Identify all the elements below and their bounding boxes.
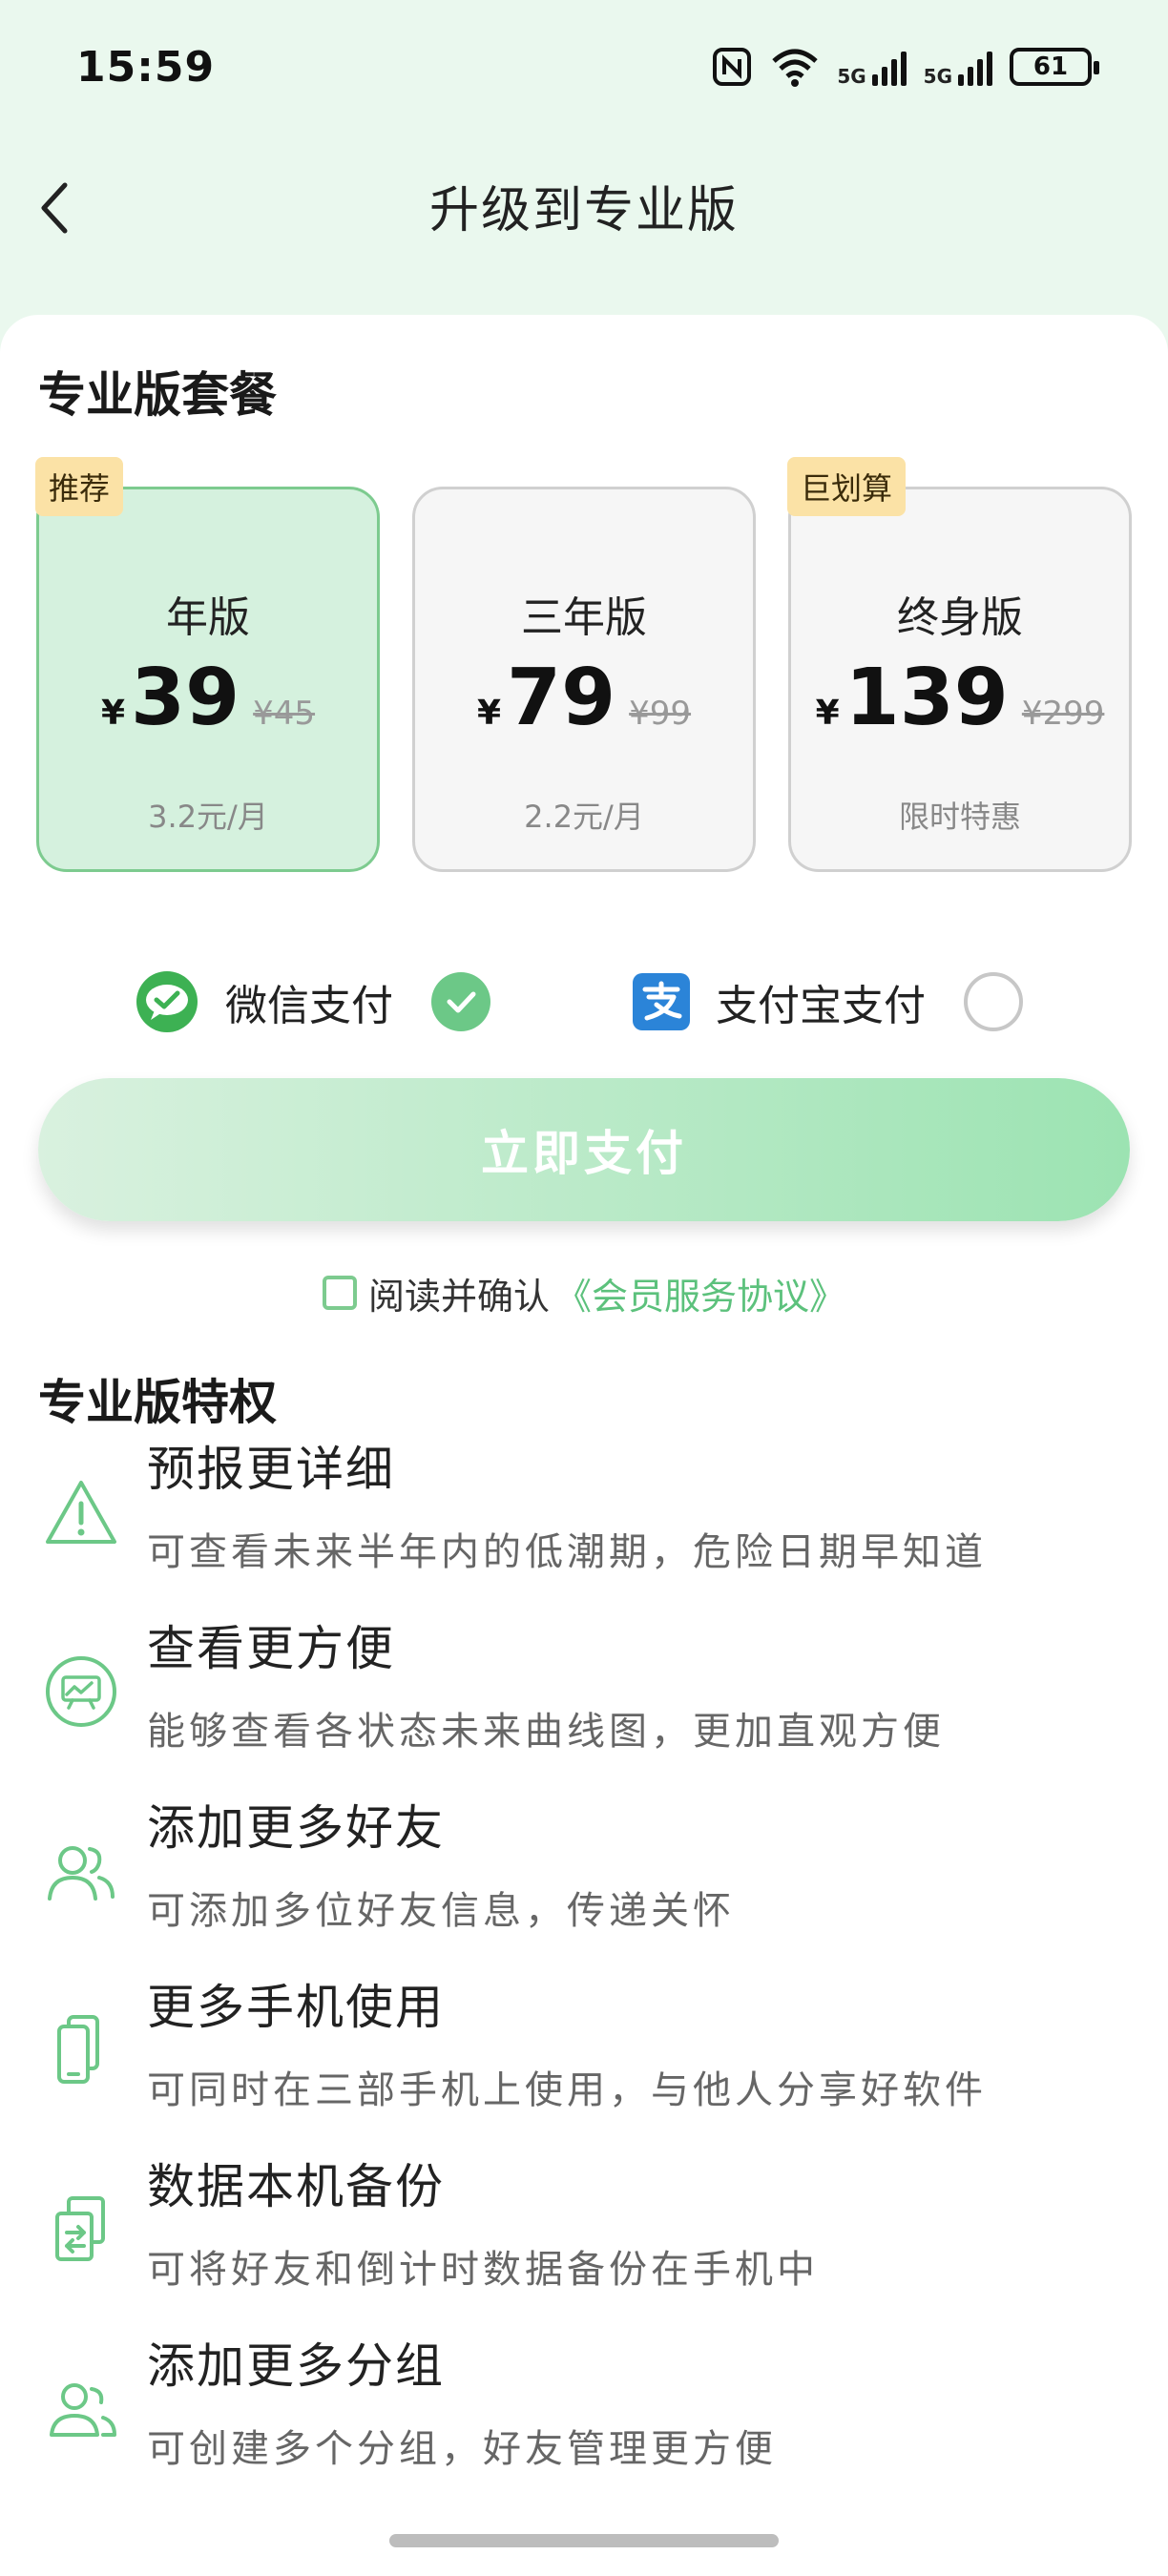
agreement-checkbox[interactable]	[322, 1276, 357, 1310]
plan-original-price: ¥99	[629, 695, 692, 733]
plan-name: 终身版	[897, 593, 1023, 642]
privilege-desc: 可创建多个分组，好友管理更方便	[147, 2427, 777, 2471]
status-bar: 15:59 5G 5G 61	[0, 0, 1168, 134]
wechat-pay-label: 微信支付	[225, 982, 393, 1030]
plan-card-three-year[interactable]: 三年版 ¥ 79 ¥99 2.2元/月	[412, 487, 756, 872]
plan-note: 2.2元/月	[524, 799, 644, 835]
privilege-title: 添加更多分组	[147, 2338, 445, 2394]
plan-currency: ¥	[476, 694, 502, 733]
warning-triangle-icon	[46, 1481, 116, 1544]
plan-price-row: ¥ 79 ¥99	[415, 659, 753, 737]
plan-original-price: ¥45	[253, 695, 316, 733]
plan-price: 39	[131, 653, 240, 743]
nfc-icon	[713, 48, 752, 86]
plan-currency: ¥	[100, 694, 126, 733]
users-icon	[48, 1846, 115, 1901]
plan-price: 139	[845, 653, 1009, 743]
privilege-title: 查看更方便	[147, 1621, 395, 1676]
signal-label: 5G	[837, 65, 866, 88]
privilege-item: 预报更详细 可查看未来半年内的低潮期，危险日期早知道	[0, 1431, 1168, 1603]
privilege-desc: 可将好友和倒计时数据备份在手机中	[147, 2248, 819, 2292]
plan-note: 3.2元/月	[148, 799, 268, 835]
group-icon	[50, 2383, 116, 2437]
back-button[interactable]	[27, 179, 84, 237]
plan-list: 推荐 年版 ¥ 39 ¥45 3.2元/月 三年版 ¥ 79 ¥99 2.2元/…	[35, 457, 1132, 878]
status-icons: 5G 5G 61	[711, 46, 1099, 88]
privilege-desc: 可添加多位好友信息，传递关怀	[147, 1889, 735, 1933]
wifi-icon	[772, 49, 818, 87]
backup-icon	[55, 2196, 105, 2261]
pay-now-button[interactable]: 立即支付	[38, 1078, 1130, 1221]
plan-currency: ¥	[815, 694, 840, 733]
plan-price-row: ¥ 39 ¥45	[39, 659, 377, 737]
wechat-radio[interactable]	[431, 972, 490, 1031]
status-time: 15:59	[76, 42, 216, 92]
privilege-item: 添加更多好友 可添加多位好友信息，传递关怀	[0, 1790, 1168, 1962]
plan-price: 79	[507, 653, 616, 743]
signal-strength-1: 5G	[837, 48, 907, 88]
payment-option-wechat[interactable]: 微信支付	[134, 945, 490, 1059]
chevron-left-icon	[41, 182, 68, 234]
plan-card-annual[interactable]: 推荐 年版 ¥ 39 ¥45 3.2元/月	[35, 457, 380, 872]
plans-section-title: 专业版套餐	[38, 367, 277, 423]
agreement-link[interactable]: 《会员服务协议》	[555, 1267, 845, 1319]
privilege-item: 查看更方便 能够查看各状态未来曲线图，更加直观方便	[0, 1610, 1168, 1782]
privilege-title: 更多手机使用	[147, 1980, 445, 2035]
payment-methods: 微信支付 支付宝支付	[0, 945, 1168, 1059]
signal-label: 5G	[923, 65, 952, 88]
plan-price-row: ¥ 139 ¥299	[791, 659, 1129, 737]
plan-tag: 巨划算	[787, 457, 907, 516]
chart-board-icon	[46, 1656, 116, 1727]
privilege-item: 添加更多分组 可创建多个分组，好友管理更方便	[0, 2328, 1168, 2500]
privilege-item: 数据本机备份 可将好友和倒计时数据备份在手机中	[0, 2149, 1168, 2320]
alipay-pay-label: 支付宝支付	[716, 982, 926, 1030]
privilege-desc: 可同时在三部手机上使用，与他人分享好软件	[147, 2068, 987, 2112]
agreement-row: 阅读并确认 《会员服务协议》	[0, 1259, 1168, 1326]
main-card: 专业版套餐 推荐 年版 ¥ 39 ¥45 3.2元/月 三年版 ¥ 79 ¥99…	[0, 315, 1168, 2576]
plan-original-price: ¥299	[1021, 695, 1105, 733]
alipay-icon	[633, 973, 690, 1030]
page-title: 升级到专业版	[428, 181, 739, 239]
alipay-radio[interactable]	[964, 972, 1023, 1031]
signal-strength-2: 5G	[924, 48, 992, 86]
payment-option-alipay[interactable]: 支付宝支付	[632, 945, 1023, 1059]
plan-card-lifetime[interactable]: 巨划算 终身版 ¥ 139 ¥299 限时特惠	[787, 457, 1132, 872]
privilege-title: 数据本机备份	[147, 2159, 445, 2214]
header: 升级到专业版	[0, 143, 1168, 267]
plan-note: 限时特惠	[898, 799, 1021, 835]
phones-icon	[57, 2015, 99, 2084]
privilege-desc: 可查看未来半年内的低潮期，危险日期早知道	[147, 1530, 987, 1574]
privilege-title: 预报更详细	[147, 1442, 395, 1497]
plan-name: 三年版	[521, 593, 647, 642]
plan-name: 年版	[166, 593, 250, 642]
privileges-section-title: 专业版特权	[38, 1375, 277, 1430]
wechat-icon	[136, 971, 198, 1032]
battery-level: 61	[1032, 52, 1069, 81]
privilege-item: 更多手机使用 可同时在三部手机上使用，与他人分享好软件	[0, 1969, 1168, 2141]
plan-tag: 推荐	[35, 457, 124, 516]
battery-icon: 61	[1010, 48, 1099, 86]
privilege-desc: 能够查看各状态未来曲线图，更加直观方便	[147, 1710, 945, 1754]
home-indicator[interactable]	[389, 2534, 779, 2547]
privilege-title: 添加更多好友	[147, 1800, 445, 1856]
check-icon	[447, 991, 476, 1013]
agreement-text: 阅读并确认	[367, 1275, 550, 1318]
